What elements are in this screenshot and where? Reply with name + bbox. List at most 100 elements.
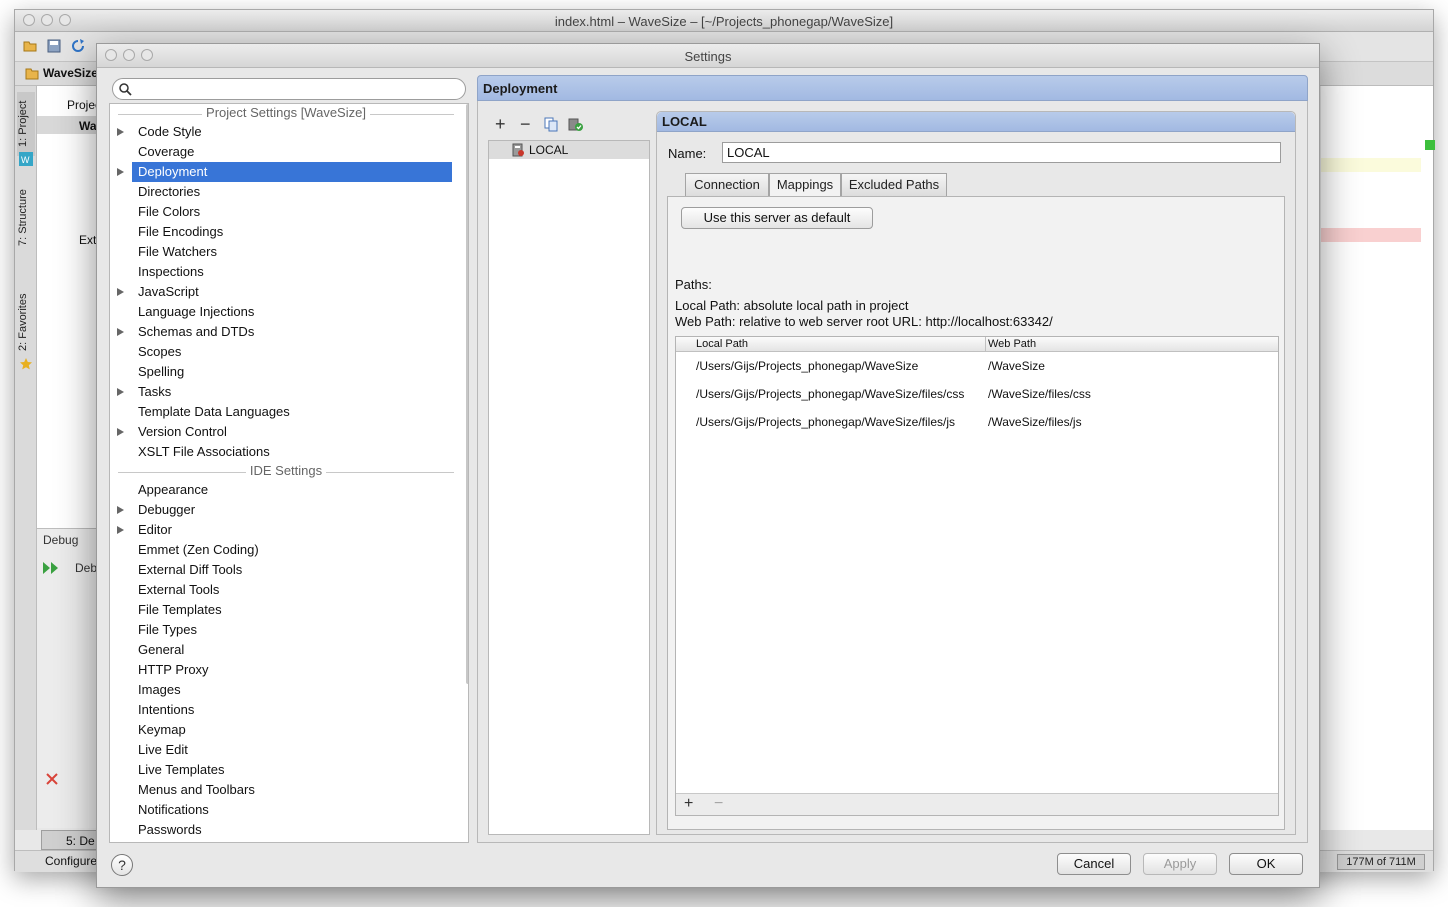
project-tool-tab[interactable]: 1: Project — [17, 92, 35, 156]
tree-item-label: Passwords — [138, 822, 202, 837]
tree-item-file-colors[interactable]: File Colors — [110, 202, 462, 222]
web-path-cell[interactable]: /WaveSize — [988, 359, 1045, 373]
tree-item-images[interactable]: Images — [110, 680, 462, 700]
favorites-tool-tab[interactable]: 2: Favorites — [17, 286, 35, 358]
local-path-cell[interactable]: /Users/Gijs/Projects_phonegap/WaveSize/f… — [696, 387, 984, 401]
server-list-item-local[interactable]: LOCAL — [489, 141, 649, 159]
expand-arrow-icon[interactable] — [117, 128, 124, 136]
tree-item-language-injections[interactable]: Language Injections — [110, 302, 462, 322]
local-path-cell[interactable]: /Users/Gijs/Projects_phonegap/WaveSize — [696, 359, 984, 373]
server-name-input[interactable]: LOCAL — [722, 142, 1281, 163]
add-server-button[interactable]: + — [495, 114, 506, 135]
set-default-server-icon[interactable] — [568, 117, 583, 132]
tool-window-stripe: 1: Project W 7: Structure 2: Favorites — [15, 86, 37, 830]
cancel-button[interactable]: Cancel — [1057, 853, 1131, 875]
structure-tool-tab[interactable]: 7: Structure — [17, 182, 35, 254]
add-mapping-button[interactable]: + — [684, 795, 693, 813]
tree-item-menus-and-toolbars[interactable]: Menus and Toolbars — [110, 780, 462, 800]
tree-item-label: Code Style — [138, 124, 202, 139]
table-row[interactable]: /Users/Gijs/Projects_phonegap/WaveSize/W… — [676, 359, 1278, 377]
tree-item-keymap[interactable]: Keymap — [110, 720, 462, 740]
project-tab[interactable]: WaveSize — [43, 66, 98, 80]
tree-item-general[interactable]: General — [110, 640, 462, 660]
tree-item-coverage[interactable]: Coverage — [110, 142, 462, 162]
tree-item-version-control[interactable]: Version Control — [110, 422, 462, 442]
tree-item-label: Intentions — [138, 702, 195, 717]
mappings-table: Local Path Web Path /Users/Gijs/Projects… — [675, 336, 1279, 816]
tree-item-live-templates[interactable]: Live Templates — [110, 760, 462, 780]
save-icon[interactable] — [47, 39, 61, 53]
tree-item-appearance[interactable]: Appearance — [110, 480, 462, 500]
apply-button[interactable]: Apply — [1143, 853, 1217, 875]
tree-item-deployment[interactable]: Deployment — [117, 162, 452, 182]
expand-arrow-icon[interactable] — [117, 168, 124, 176]
tree-item-template-data-languages[interactable]: Template Data Languages — [110, 402, 462, 422]
remove-mapping-button[interactable]: − — [714, 795, 723, 813]
tree-item-notifications[interactable]: Notifications — [110, 800, 462, 820]
tree-item-spelling[interactable]: Spelling — [110, 362, 462, 382]
tree-item-live-edit[interactable]: Live Edit — [110, 740, 462, 760]
tree-item-debugger[interactable]: Debugger — [110, 500, 462, 520]
close-debug-icon[interactable] — [45, 772, 59, 786]
copy-server-icon[interactable] — [544, 117, 558, 132]
mappings-table-toolbar: + − — [676, 793, 1278, 815]
tree-item-javascript[interactable]: JavaScript — [110, 282, 462, 302]
expand-arrow-icon[interactable] — [117, 506, 124, 514]
tree-item-schemas-and-dtds[interactable]: Schemas and DTDs — [110, 322, 462, 342]
resume-icon[interactable] — [43, 562, 59, 574]
tree-item-code-style[interactable]: Code Style — [110, 122, 462, 142]
web-path-cell[interactable]: /WaveSize/files/css — [988, 387, 1091, 401]
tree-section-title: IDE Settings — [245, 463, 327, 478]
settings-search-input[interactable] — [112, 78, 466, 100]
tree-item-file-watchers[interactable]: File Watchers — [110, 242, 462, 262]
table-row[interactable]: /Users/Gijs/Projects_phonegap/WaveSize/f… — [676, 415, 1278, 433]
deployment-header: Deployment — [477, 75, 1308, 101]
tree-item-external-diff-tools[interactable]: External Diff Tools — [110, 560, 462, 580]
remove-server-button[interactable]: − — [520, 114, 531, 135]
web-path-cell[interactable]: /WaveSize/files/js — [988, 415, 1082, 429]
project-tree-item-wavesize[interactable]: Wa — [79, 119, 97, 133]
tree-item-scopes[interactable]: Scopes — [110, 342, 462, 362]
tree-item-label: HTTP Proxy — [138, 662, 209, 677]
expand-arrow-icon[interactable] — [117, 288, 124, 296]
sync-icon[interactable] — [71, 39, 85, 53]
tree-item-inspections[interactable]: Inspections — [110, 262, 462, 282]
help-button[interactable]: ? — [111, 854, 133, 876]
column-header-web-path[interactable]: Web Path — [988, 338, 1036, 350]
tree-item-label: Debugger — [138, 502, 196, 517]
tree-item-http-proxy[interactable]: HTTP Proxy — [110, 660, 462, 680]
expand-arrow-icon[interactable] — [117, 428, 124, 436]
tree-item-label: Deployment — [138, 164, 208, 179]
tree-item-editor[interactable]: Editor — [110, 520, 462, 540]
tab-connection[interactable]: Connection — [685, 173, 769, 197]
expand-arrow-icon[interactable] — [117, 328, 124, 336]
tree-item-file-encodings[interactable]: File Encodings — [110, 222, 462, 242]
tree-item-label: Inspections — [138, 264, 204, 279]
tab-excluded-paths[interactable]: Excluded Paths — [841, 173, 947, 197]
expand-arrow-icon[interactable] — [117, 526, 124, 534]
column-separator[interactable] — [985, 337, 986, 351]
expand-arrow-icon[interactable] — [117, 388, 124, 396]
tree-item-xslt-file-associations[interactable]: XSLT File Associations — [110, 442, 462, 462]
tree-item-file-types[interactable]: File Types — [110, 620, 462, 640]
tree-item-directories[interactable]: Directories — [110, 182, 462, 202]
open-folder-icon[interactable] — [23, 39, 37, 53]
column-header-local-path[interactable]: Local Path — [696, 338, 748, 350]
ok-button[interactable]: OK — [1229, 853, 1303, 875]
memory-indicator[interactable]: 177M of 711M — [1337, 854, 1425, 870]
use-as-default-button[interactable]: Use this server as default — [681, 207, 873, 229]
tree-item-tasks[interactable]: Tasks — [110, 382, 462, 402]
settings-tree-scrollbar[interactable] — [466, 104, 468, 684]
tree-item-label: Menus and Toolbars — [138, 782, 255, 797]
table-row[interactable]: /Users/Gijs/Projects_phonegap/WaveSize/f… — [676, 387, 1278, 405]
tree-item-passwords[interactable]: Passwords — [110, 820, 462, 840]
project-tree-item-external[interactable]: Ext — [79, 233, 96, 247]
tree-item-file-templates[interactable]: File Templates — [110, 600, 462, 620]
server-config-header-label: LOCAL — [662, 114, 707, 129]
debug-tab[interactable]: Deb — [75, 561, 97, 575]
tree-item-intentions[interactable]: Intentions — [110, 700, 462, 720]
tree-item-emmet-zen-coding[interactable]: Emmet (Zen Coding) — [110, 540, 462, 560]
tab-mappings[interactable]: Mappings — [769, 173, 841, 197]
local-path-cell[interactable]: /Users/Gijs/Projects_phonegap/WaveSize/f… — [696, 415, 984, 429]
tree-item-external-tools[interactable]: External Tools — [110, 580, 462, 600]
